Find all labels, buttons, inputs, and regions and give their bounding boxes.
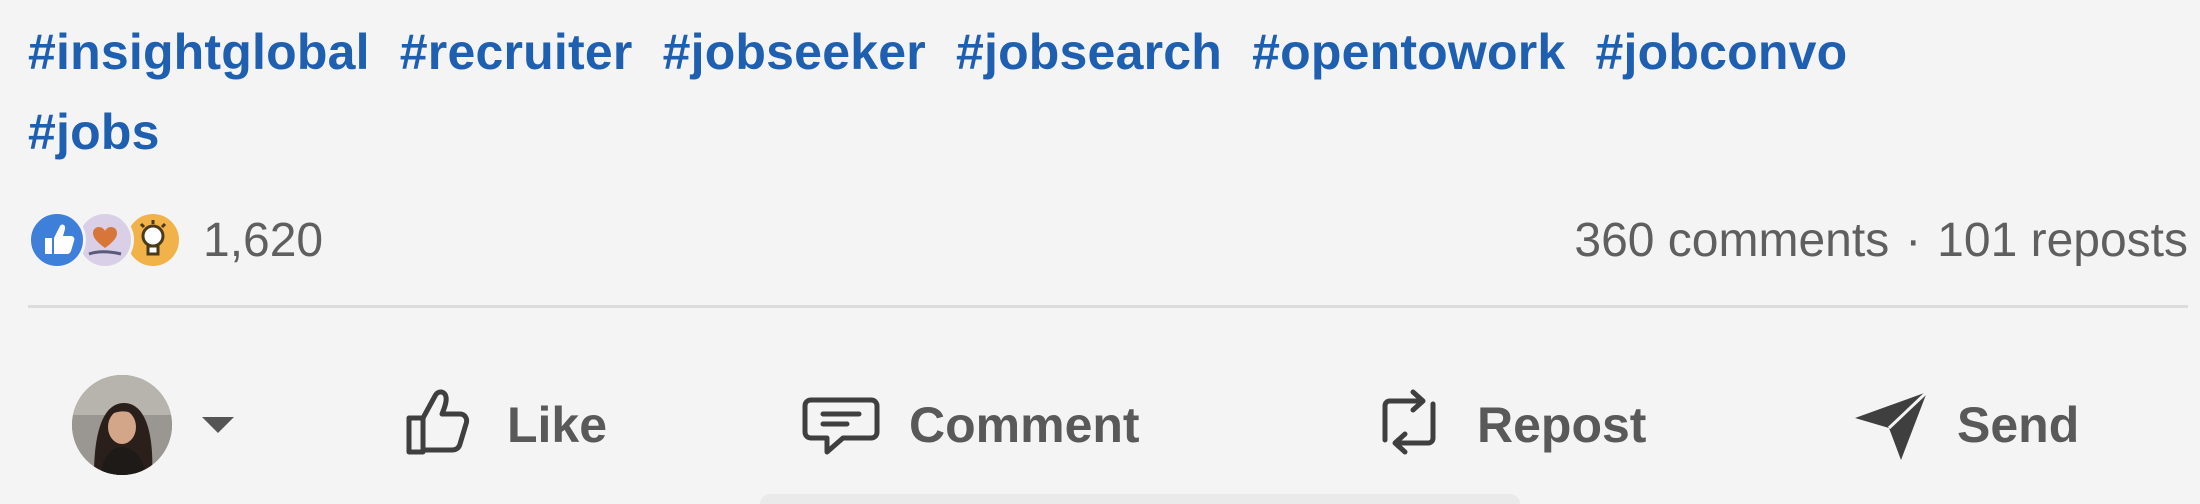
- like-label: Like: [507, 397, 608, 453]
- like-button[interactable]: Like: [395, 370, 607, 480]
- send-label: Send: [1957, 397, 2080, 453]
- hashtag-link[interactable]: #jobseeker: [663, 24, 926, 80]
- engagement-counts: 360 comments · 101 reposts: [1574, 205, 2188, 275]
- hashtag-link[interactable]: #jobconvo: [1596, 24, 1848, 80]
- hashtag-link[interactable]: #recruiter: [400, 24, 633, 80]
- repost-icon: [1365, 378, 1455, 473]
- send-button[interactable]: Send: [1845, 370, 2079, 480]
- reactions-count[interactable]: 1,620: [203, 213, 323, 268]
- hashtag-link[interactable]: #jobsearch: [956, 24, 1222, 80]
- post-footer: #insightglobal #recruiter #jobseeker #jo…: [0, 0, 2200, 504]
- post-action-bar: Like Comment Repost Send: [0, 370, 2200, 480]
- comment-label: Comment: [909, 397, 1140, 453]
- chevron-down-icon: [202, 417, 234, 433]
- social-counts-bar: 1,620 360 comments · 101 reposts: [28, 205, 2188, 275]
- separator-dot: ·: [1905, 213, 1922, 267]
- bottom-edge-shadow: [760, 494, 1520, 504]
- avatar: [72, 375, 172, 475]
- reactions-summary[interactable]: 1,620: [28, 205, 323, 275]
- comment-button[interactable]: Comment: [795, 370, 1140, 480]
- reposts-count-link[interactable]: 101 reposts: [1937, 213, 2188, 268]
- comments-count-link[interactable]: 360 comments: [1574, 213, 1889, 268]
- repost-label: Repost: [1477, 397, 1647, 453]
- comment-icon: [795, 378, 887, 473]
- reaction-icons: [28, 209, 193, 271]
- send-icon: [1845, 378, 1935, 473]
- repost-button[interactable]: Repost: [1365, 370, 1646, 480]
- actor-switcher-button[interactable]: [72, 375, 234, 475]
- hashtag-link[interactable]: #insightglobal: [28, 24, 370, 80]
- like-reaction-icon: [28, 211, 86, 269]
- hashtag-link[interactable]: #jobs: [28, 104, 160, 160]
- divider: [28, 305, 2188, 308]
- hashtag-link[interactable]: #opentowork: [1252, 24, 1565, 80]
- hashtag-list: #insightglobal #recruiter #jobseeker #jo…: [28, 12, 2168, 172]
- thumbs-up-icon: [395, 378, 485, 473]
